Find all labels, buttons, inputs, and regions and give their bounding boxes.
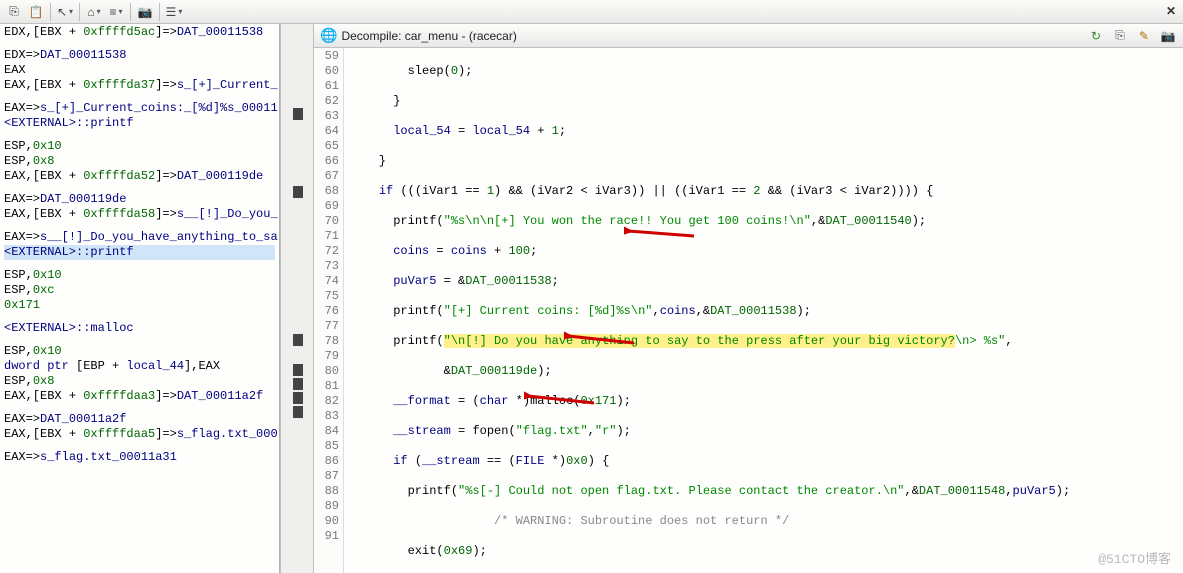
menu-icon[interactable]: ☰ bbox=[164, 2, 184, 22]
sep bbox=[159, 3, 160, 21]
sep bbox=[79, 3, 80, 21]
listing-row[interactable]: dword ptr [EBP + local_44],EAX bbox=[4, 359, 275, 374]
decompile-icon: 🌐 bbox=[320, 27, 337, 44]
listing-row[interactable]: ESP,0x10 bbox=[4, 344, 275, 359]
main-split: EDX,[EBX + 0xffffd5ac]=>DAT_00011538 EDX… bbox=[0, 24, 1183, 573]
listing-row[interactable]: EAX,[EBX + 0xffffdaa3]=>DAT_00011a2f bbox=[4, 389, 275, 404]
code-area[interactable]: 5960616263646566676869707172737475767778… bbox=[314, 48, 1183, 573]
copy-icon[interactable]: ⎘ bbox=[1111, 27, 1129, 45]
cursor-icon[interactable]: ↖ bbox=[55, 2, 75, 22]
listing-row[interactable]: EAX,[EBX + 0xffffda52]=>DAT_000119de bbox=[4, 169, 275, 184]
edit-icon[interactable]: ✎ bbox=[1135, 27, 1153, 45]
sep bbox=[130, 3, 131, 21]
listing-row[interactable]: <EXTERNAL>::printf bbox=[4, 116, 275, 131]
listing-row[interactable]: EAX=>s_[+]_Current_coins:_[%d]%s_00011 bbox=[4, 101, 275, 116]
listing-row[interactable]: EAX=>DAT_000119de bbox=[4, 192, 275, 207]
overview-gutter[interactable] bbox=[280, 24, 314, 573]
listing-row[interactable]: ESP,0x10 bbox=[4, 139, 275, 154]
listing-row[interactable]: EAX,[EBX + 0xffffda58]=>s__[!]_Do_you_ bbox=[4, 207, 275, 222]
decompile-pane: 🌐 Decompile: car_menu - (racecar) ↻ ⎘ ✎ … bbox=[314, 24, 1183, 573]
code-text[interactable]: sleep(0); } local_54 = local_54 + 1; } i… bbox=[344, 48, 1183, 573]
close-icon[interactable]: ✕ bbox=[1163, 4, 1179, 20]
listing-row[interactable]: EAX bbox=[4, 63, 275, 78]
annotation-arrow bbox=[624, 226, 704, 246]
listing-row[interactable]: EAX=>s__[!]_Do_you_have_anything_to_sa bbox=[4, 230, 275, 245]
listing-view[interactable]: EDX,[EBX + 0xffffd5ac]=>DAT_00011538 EDX… bbox=[0, 24, 279, 573]
listing-row[interactable]: EDX,[EBX + 0xffffd5ac]=>DAT_00011538 bbox=[4, 25, 275, 40]
listing-row[interactable]: ESP,0x10 bbox=[4, 268, 275, 283]
home-icon[interactable]: ⌂ bbox=[84, 2, 104, 22]
listing-toolbar: ⎘ 📋 ↖ ⌂ ≡ 📷 ☰ ✕ bbox=[0, 0, 1183, 24]
decompile-titlebar: 🌐 Decompile: car_menu - (racecar) ↻ ⎘ ✎ … bbox=[314, 24, 1183, 48]
listing-pane: EDX,[EBX + 0xffffd5ac]=>DAT_00011538 EDX… bbox=[0, 24, 280, 573]
copy-icon[interactable]: ⎘ bbox=[4, 2, 24, 22]
paste-icon[interactable]: 📋 bbox=[26, 2, 46, 22]
sep bbox=[50, 3, 51, 21]
listing-row[interactable]: <EXTERNAL>::malloc bbox=[4, 321, 275, 336]
listing-row[interactable]: ESP,0xc bbox=[4, 283, 275, 298]
listing-row[interactable]: EAX,[EBX + 0xffffda37]=>s_[+]_Current_ bbox=[4, 78, 275, 93]
listing-row[interactable]: 0x171 bbox=[4, 298, 275, 313]
watermark: @51CTO博客 bbox=[1098, 552, 1171, 567]
field-icon[interactable]: ≡ bbox=[106, 2, 126, 22]
snapshot-icon[interactable]: 📷 bbox=[135, 2, 155, 22]
refresh-icon[interactable]: ↻ bbox=[1087, 27, 1105, 45]
listing-row[interactable]: ESP,0x8 bbox=[4, 154, 275, 169]
listing-row[interactable]: EAX=>DAT_00011a2f bbox=[4, 412, 275, 427]
line-numbers: 5960616263646566676869707172737475767778… bbox=[314, 48, 344, 573]
listing-row[interactable]: EAX=>s_flag.txt_00011a31 bbox=[4, 450, 275, 465]
decompile-title: Decompile: car_menu - (racecar) bbox=[341, 29, 516, 43]
listing-row-selected[interactable]: <EXTERNAL>::printf bbox=[4, 245, 275, 260]
listing-row[interactable]: EAX,[EBX + 0xffffdaa5]=>s_flag.txt_000 bbox=[4, 427, 275, 442]
snapshot-icon[interactable]: 📷 bbox=[1159, 27, 1177, 45]
listing-row[interactable]: EDX=>DAT_00011538 bbox=[4, 48, 275, 63]
listing-row[interactable]: ESP,0x8 bbox=[4, 374, 275, 389]
